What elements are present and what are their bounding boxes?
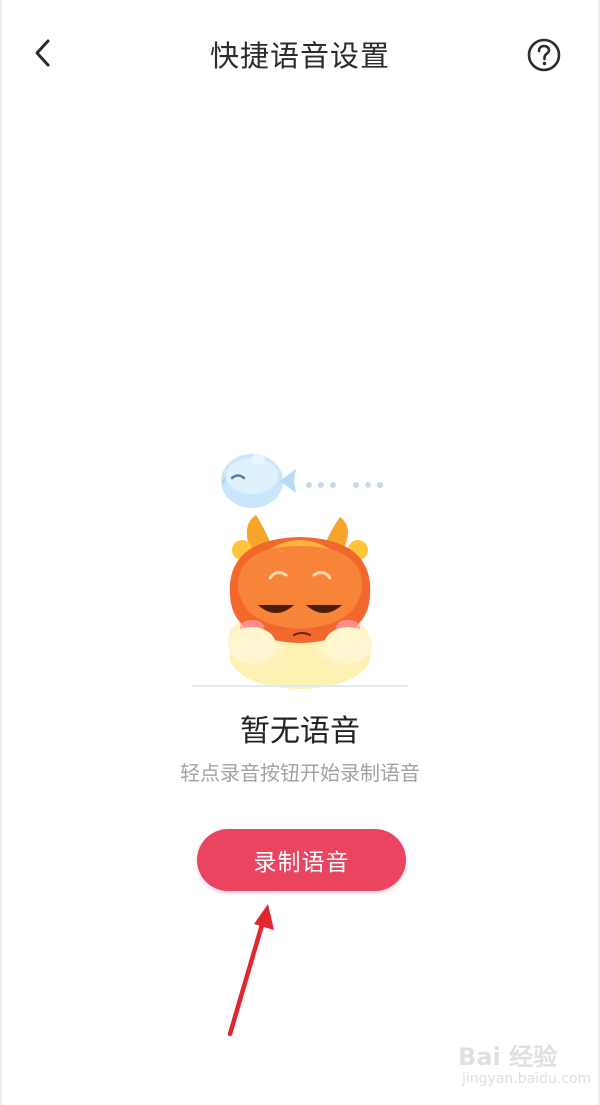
- annotation-arrow-icon: [227, 904, 274, 1037]
- header-bar: 快捷语音设置: [0, 0, 600, 105]
- dragon-mascot-icon: [228, 515, 372, 689]
- empty-state-subtitle: 轻点录音按钮开始录制语音: [180, 761, 420, 785]
- left-edge-divider: [0, 0, 2, 1105]
- watermark-brand: Bai 经验: [458, 1043, 558, 1071]
- ellipsis-dots-icon: [306, 482, 383, 488]
- floor-line: [192, 685, 408, 687]
- empty-state-illustration: [190, 445, 410, 693]
- empty-state-title: 暂无语音: [240, 714, 360, 749]
- question-circle-icon: [527, 38, 561, 72]
- page-title: 快捷语音设置: [209, 39, 390, 73]
- record-voice-button-label: 录制语音: [253, 850, 350, 876]
- baidu-jingyan-watermark: Bai 经验 jingyan.baidu.com: [458, 1037, 592, 1097]
- help-button[interactable]: [526, 37, 562, 73]
- record-voice-button[interactable]: 录制语音: [197, 829, 406, 891]
- watermark-url: jingyan.baidu.com: [462, 1071, 592, 1087]
- fish-mascot-icon: [221, 454, 296, 508]
